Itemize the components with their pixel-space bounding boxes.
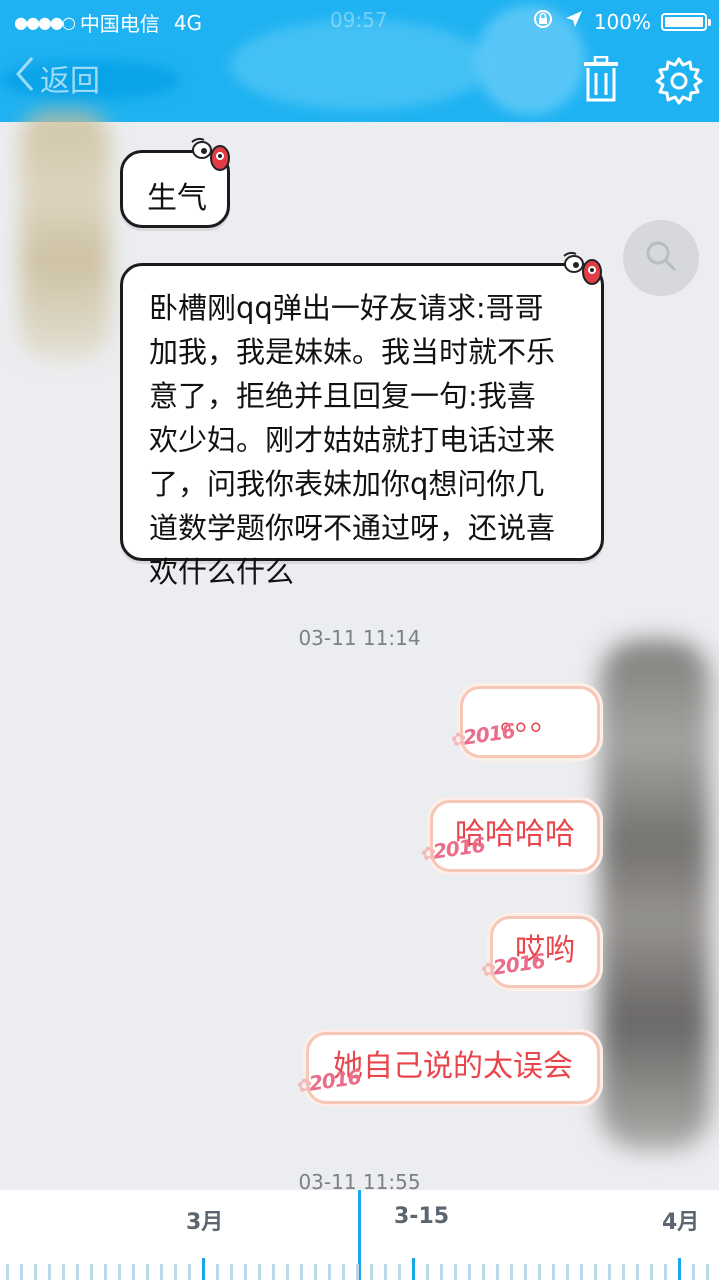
timeline-tick (174, 1264, 177, 1280)
outgoing-message[interactable]: 哎哟 2016 (490, 916, 600, 988)
timeline-tick (524, 1264, 527, 1280)
message-timestamp: 03-11 11:14 (298, 626, 421, 650)
timeline-tick (496, 1264, 499, 1280)
sticker-2016: 2016 (447, 699, 519, 773)
bird-sticker-icon (562, 250, 606, 288)
battery-percent: 100% (593, 9, 651, 34)
timeline-tick (104, 1264, 107, 1280)
own-avatar[interactable] (600, 640, 710, 1150)
message-text: 生气 (147, 181, 207, 216)
chevron-left-icon (14, 54, 36, 102)
message-line: 意了，拒绝并且回复一句:我喜 (149, 379, 536, 413)
message-line: 欢少妇。刚才姑姑就打电话过来 (149, 423, 556, 457)
timeline-tick (314, 1264, 317, 1280)
timeline-tick (650, 1264, 653, 1280)
timeline-tick (538, 1264, 541, 1280)
sticker-2016: 2016 (417, 813, 489, 887)
timeline-tick (510, 1264, 513, 1280)
timeline-tick (272, 1264, 275, 1280)
network-label: 4G (173, 10, 203, 35)
outgoing-message[interactable]: 她自己说的太误会 2016 (306, 1032, 600, 1104)
timeline-tick (6, 1264, 9, 1280)
message-text: 她自己说的太误会 (333, 1049, 573, 1084)
orientation-lock-icon (532, 8, 554, 35)
timeline-tick (454, 1264, 457, 1280)
timeline-tick (62, 1264, 65, 1280)
timeline-tick (342, 1264, 345, 1280)
timeline-tick (132, 1264, 135, 1280)
outgoing-message[interactable]: 哈哈哈哈 2016 (430, 800, 600, 872)
timeline-tick (146, 1264, 149, 1280)
timeline-tick (202, 1258, 205, 1280)
timeline-scrubber[interactable]: 3月 3-15 4月 (0, 1190, 719, 1280)
timeline-tick (384, 1264, 387, 1280)
timeline-tick (328, 1264, 331, 1280)
signal-icon: ●●●●○ (14, 13, 76, 32)
message-timestamp: 03-11 11:55 (298, 1170, 421, 1190)
back-label: 返回 (40, 64, 100, 99)
back-button[interactable]: 返回 (14, 54, 100, 102)
timeline-tick (20, 1264, 23, 1280)
outgoing-message[interactable]: 。。。 2016 (460, 686, 600, 758)
timeline-tick (440, 1264, 443, 1280)
message-line: 了，问我你表妹加你q想问你几 (149, 467, 545, 501)
timeline-tick (580, 1264, 583, 1280)
timeline-tick (258, 1264, 261, 1280)
timeline-tick (566, 1264, 569, 1280)
timeline-label: 4月 (662, 1210, 700, 1235)
timeline-tick (188, 1264, 191, 1280)
timeline-tick (398, 1264, 401, 1280)
timeline-tick (356, 1264, 359, 1280)
timeline-tick (370, 1264, 373, 1280)
message-line: 道数学题你呀不通过呀，还说喜 (149, 511, 556, 545)
gear-icon[interactable] (654, 56, 704, 110)
sticker-2016: 2016 (477, 929, 549, 1003)
header: ●●●●○ 中国电信 4G 09:57 100% 返回 (0, 0, 719, 122)
timeline-tick (76, 1264, 79, 1280)
timeline-tick (34, 1264, 37, 1280)
timeline-tick (622, 1264, 625, 1280)
timeline-tick (426, 1264, 429, 1280)
timeline-tick (552, 1264, 555, 1280)
battery-icon (661, 12, 711, 31)
message-line: 卧槽刚qq弹出一好友请求:哥哥 (149, 291, 544, 325)
carrier-label: 中国电信 (79, 12, 160, 36)
timeline-tick (678, 1258, 681, 1280)
timeline-tick (468, 1264, 471, 1280)
timeline-label: 3月 (186, 1210, 224, 1235)
search-icon (644, 239, 678, 277)
timeline-tick (118, 1264, 121, 1280)
timeline-tick (594, 1264, 597, 1280)
nav-bar: 返回 (0, 40, 719, 122)
timeline-tick (300, 1264, 303, 1280)
timeline-tick (412, 1258, 415, 1280)
timeline-tick (286, 1264, 289, 1280)
sender-avatar[interactable] (20, 110, 110, 360)
timeline-tick (692, 1264, 695, 1280)
location-icon (564, 9, 584, 34)
timeline-tick (608, 1264, 611, 1280)
timeline-tick (706, 1264, 709, 1280)
timeline-tick (636, 1264, 639, 1280)
timeline-ticks (6, 1258, 709, 1280)
timeline-tick (90, 1264, 93, 1280)
message-line: 加我，我是妹妹。我当时就不乐 (149, 335, 556, 369)
timeline-tick (230, 1264, 233, 1280)
timeline-tick (216, 1264, 219, 1280)
message-line: 欢什么什么 (149, 555, 295, 589)
clock: 09:57 (330, 8, 388, 32)
timeline-tick (244, 1264, 247, 1280)
incoming-message[interactable]: 卧槽刚qq弹出一好友请求:哥哥 加我，我是妹妹。我当时就不乐 意了，拒绝并且回复… (120, 263, 604, 589)
timeline-tick (48, 1264, 51, 1280)
search-button[interactable] (623, 220, 699, 296)
status-bar: ●●●●○ 中国电信 4G 09:57 100% (0, 0, 719, 40)
trash-icon[interactable] (580, 55, 622, 108)
timeline-label: 3-15 (394, 1204, 450, 1229)
timeline-tick (482, 1264, 485, 1280)
sticker-2016: 2016 (293, 1045, 365, 1119)
bird-sticker-icon (190, 136, 234, 174)
timeline-tick (664, 1264, 667, 1280)
timeline-tick (160, 1264, 163, 1280)
